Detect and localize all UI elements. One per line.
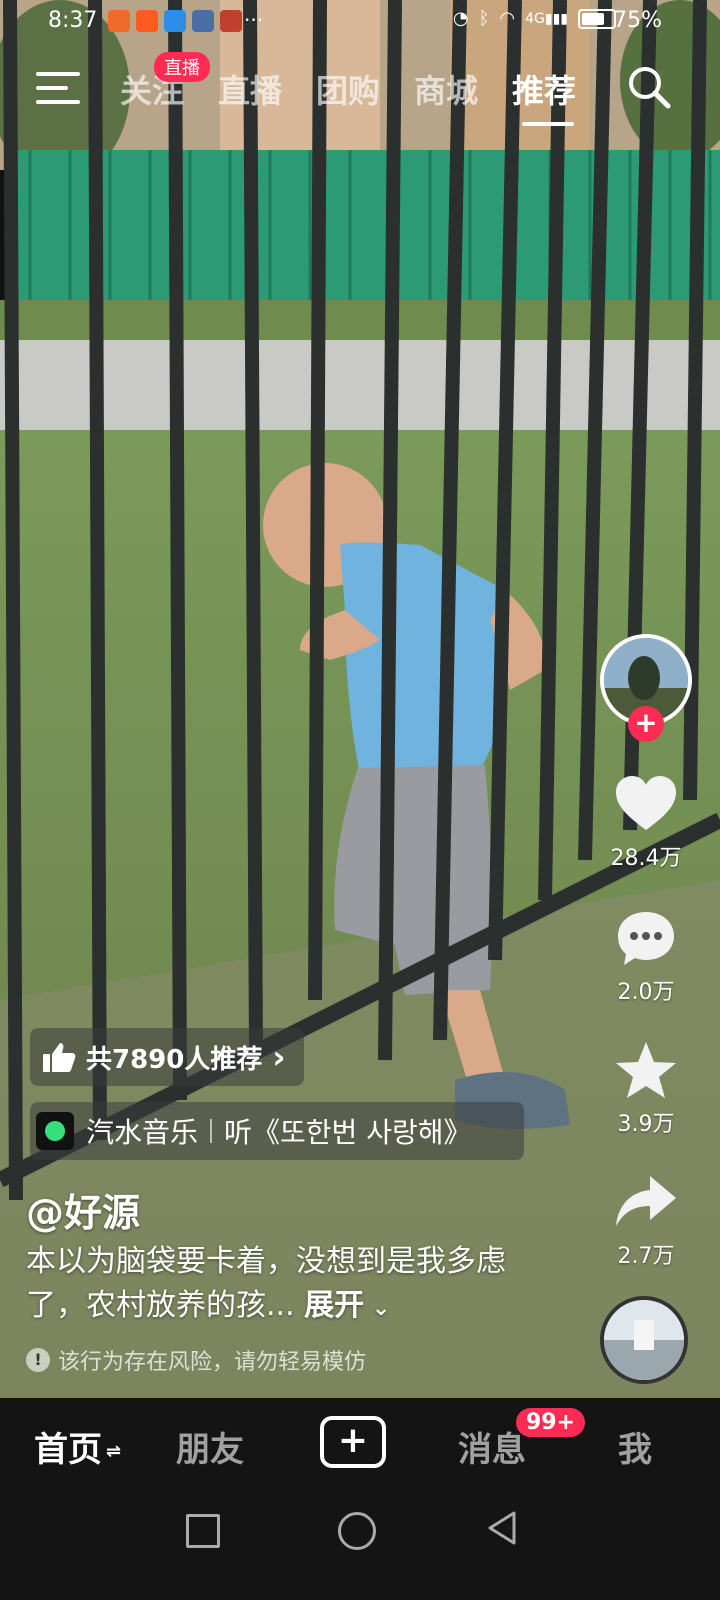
tab-home[interactable]: 首页 ⇌: [34, 1422, 121, 1471]
status-overflow: ···: [244, 8, 264, 32]
alarm-icon: ◔: [452, 8, 469, 29]
warning-icon: !: [26, 1348, 50, 1372]
app-notification-icon: [108, 10, 130, 32]
tab-live[interactable]: 直播: [218, 66, 282, 112]
heart-icon: [616, 776, 676, 830]
recommend-pill[interactable]: 共7890人推荐 ›: [30, 1028, 304, 1086]
tab-me[interactable]: 我: [618, 1422, 652, 1471]
menu-icon[interactable]: [36, 72, 82, 108]
switch-icon: ⇌: [106, 1441, 122, 1462]
bottom-tab-bar: 首页 ⇌ 朋友 + 消息 99+ 我: [0, 1398, 720, 1490]
app-notification-icon: [220, 10, 242, 32]
expand-link[interactable]: 展开 ⌄: [304, 1288, 390, 1323]
expand-label: 展开: [304, 1288, 365, 1323]
music-app-logo: [36, 1112, 74, 1150]
share-icon: [616, 1176, 676, 1226]
risk-warning: ! 该行为存在风险，请勿轻易模仿: [26, 1344, 366, 1376]
system-nav-bar: [0, 1490, 720, 1600]
tab-mall[interactable]: 商城: [414, 66, 478, 112]
like-button[interactable]: 28.4万: [600, 774, 692, 872]
top-nav: 关注 直播 直播 团购 商城 推荐: [0, 52, 720, 130]
comment-button[interactable]: 2.0万: [600, 908, 692, 1006]
music-cover-image: [604, 1300, 684, 1380]
music-bar[interactable]: 汽水音乐 听《또한번 사랑해》: [30, 1102, 524, 1160]
network-type: 4G: [525, 10, 545, 27]
battery-percent: 75%: [613, 8, 662, 33]
tab-recommend[interactable]: 推荐: [512, 66, 576, 112]
create-button[interactable]: +: [320, 1416, 386, 1468]
music-track: 听《또한번 사랑해》: [224, 1116, 472, 1149]
back-button[interactable]: [486, 1510, 518, 1546]
favorite-count: 3.9万: [617, 1112, 675, 1137]
live-badge: 直播: [154, 52, 210, 82]
recommend-text: 共7890人推荐: [86, 1044, 263, 1075]
app-notification-icon: [164, 10, 186, 32]
tab-friends[interactable]: 朋友: [176, 1422, 244, 1471]
author-name[interactable]: @好源: [26, 1182, 140, 1237]
description-text: 本以为脑袋要卡着，没想到是我多虑了，农村放养的孩...: [26, 1244, 506, 1323]
share-button[interactable]: 2.7万: [600, 1172, 692, 1270]
star-icon: [616, 1042, 676, 1098]
music-disc[interactable]: [600, 1296, 688, 1384]
status-time: 8:37: [48, 8, 98, 33]
thumb-icon: [43, 1043, 76, 1072]
app-notification-icon: [192, 10, 214, 32]
comment-count: 2.0万: [617, 980, 675, 1005]
taobao-notification-icon: [136, 10, 158, 32]
follow-button[interactable]: +: [628, 706, 664, 742]
signal-icon: 4G▮▮▮: [525, 10, 568, 27]
bluetooth-icon: ᛒ: [478, 8, 490, 29]
comment-icon: [618, 912, 674, 965]
music-app-name: 汽水音乐: [86, 1116, 199, 1149]
recent-apps-button[interactable]: [186, 1514, 220, 1548]
messages-badge: 99+: [516, 1408, 586, 1437]
tab-group-buy[interactable]: 团购: [316, 66, 380, 112]
video-description[interactable]: 本以为脑袋要卡着，没想到是我多虑了，农村放养的孩... 展开 ⌄: [26, 1240, 506, 1331]
status-indicators: ◔ ᛒ ◠ 4G▮▮▮: [453, 8, 616, 29]
battery-icon: [578, 8, 616, 29]
chevron-down-icon: ⌄: [364, 1296, 391, 1321]
home-button[interactable]: [338, 1512, 376, 1550]
notification-icons: [108, 10, 242, 32]
chevron-right-icon: ›: [272, 1038, 286, 1076]
active-tab-indicator: [522, 122, 574, 126]
tab-home-label: 首页: [34, 1430, 102, 1470]
like-count: 28.4万: [610, 846, 682, 871]
divider: [210, 1119, 213, 1143]
search-icon[interactable]: [626, 64, 672, 110]
share-count: 2.7万: [617, 1244, 675, 1269]
status-bar: 8:37 ··· ◔ ᛒ ◠ 4G▮▮▮ 75%: [0, 0, 720, 48]
favorite-button[interactable]: 3.9万: [600, 1040, 692, 1138]
warning-text: 该行为存在风险，请勿轻易模仿: [58, 1350, 367, 1375]
tab-messages[interactable]: 消息: [458, 1422, 526, 1471]
wifi-icon: ◠: [499, 8, 516, 29]
